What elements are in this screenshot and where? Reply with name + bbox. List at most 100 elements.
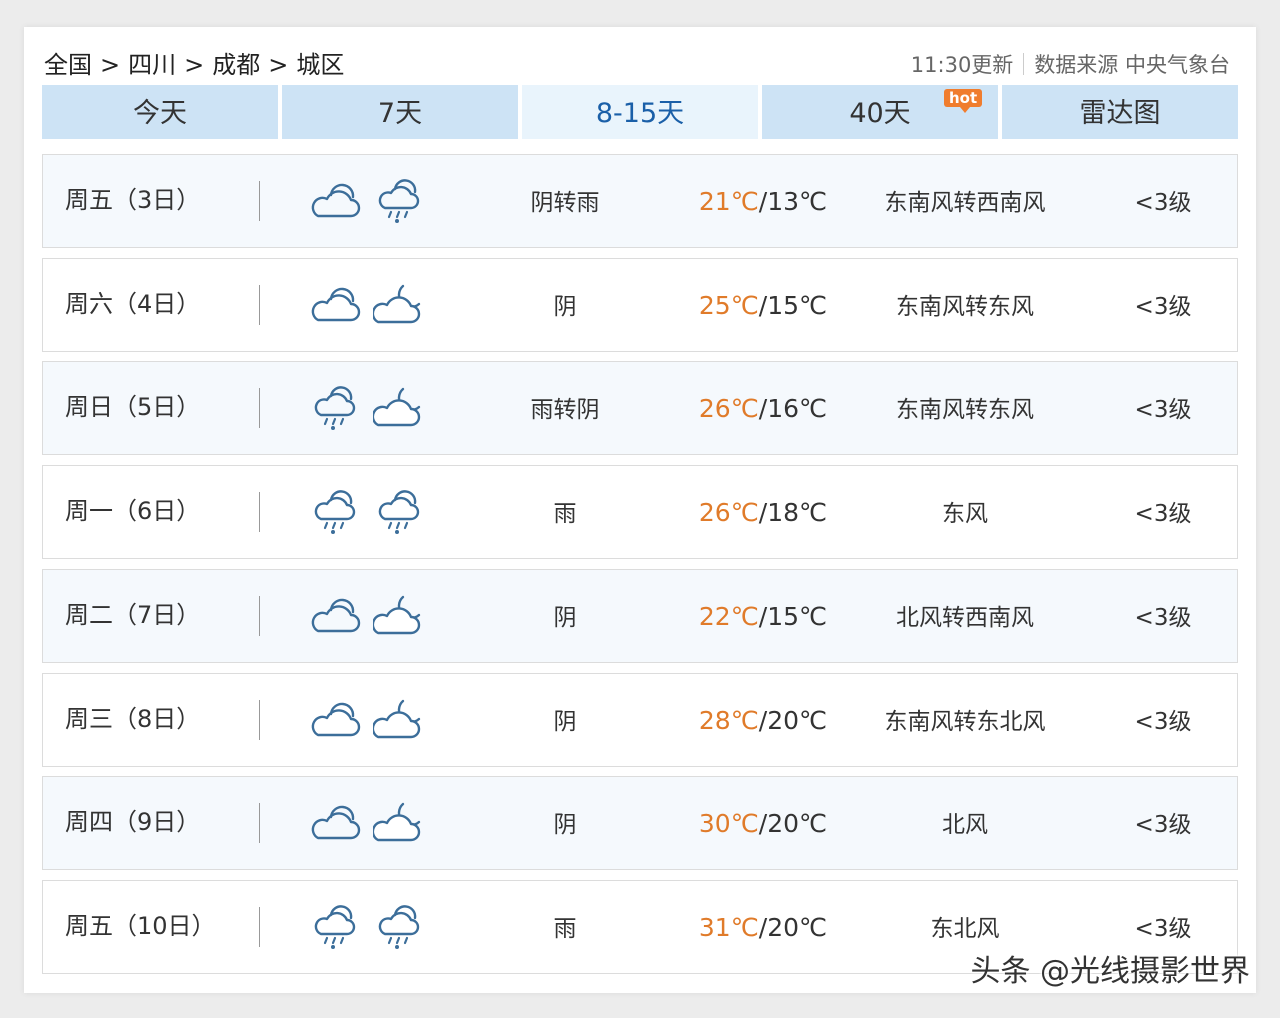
row-divider	[259, 700, 260, 740]
cloudy-icon	[311, 598, 361, 633]
wind-direction: 北风	[942, 812, 988, 838]
weather-icons	[309, 593, 429, 639]
forecast-day: 周二（7日）	[65, 601, 201, 629]
weather-icons	[309, 697, 429, 743]
forecast-day: 周四（9日）	[65, 808, 201, 836]
tab-today[interactable]: 今天	[42, 85, 278, 139]
temperature-range: 21℃/13℃	[683, 155, 843, 249]
wind-direction: 北风转西南风	[896, 605, 1034, 631]
row-divider	[259, 492, 260, 532]
rain-icon	[314, 490, 356, 534]
temperature-low: /20℃	[758, 809, 828, 838]
cloudy-icon	[311, 287, 361, 322]
forecast-day: 周日（5日）	[65, 393, 201, 421]
forecast-row: 周三（8日） 阴 28℃/20℃ 东南风转东北风 <3级	[42, 673, 1238, 767]
breadcrumb-separator: >	[184, 51, 205, 79]
row-divider	[259, 388, 260, 428]
wind-level: <3级	[1134, 190, 1192, 216]
breadcrumb-city[interactable]: 成都	[212, 51, 260, 79]
weather-icons	[309, 904, 429, 950]
weather-icons	[309, 800, 429, 846]
weather-condition: 阴	[553, 605, 577, 631]
forecast-tabs: 今天 7天 8-15天 40天 hot 雷达图	[42, 85, 1238, 139]
cloudy-night-icon	[373, 595, 421, 635]
breadcrumb-province[interactable]: 四川	[128, 51, 176, 79]
hot-badge: hot	[944, 89, 983, 113]
temperature-low: /15℃	[758, 602, 828, 631]
temperature-range: 31℃/20℃	[683, 881, 843, 975]
breadcrumb-separator: >	[268, 51, 289, 79]
temperature-range: 28℃/20℃	[683, 674, 843, 768]
row-divider	[259, 181, 260, 221]
breadcrumb: 全国 > 四川 > 成都 > 城区	[44, 45, 344, 80]
wind-direction: 东南风转西南风	[884, 190, 1046, 216]
row-divider	[259, 803, 260, 843]
weather-condition: 雨	[553, 501, 577, 527]
tab-40-days-label: 40天	[849, 98, 911, 129]
rain-icon	[378, 490, 420, 534]
meta-divider	[1023, 53, 1025, 75]
forecast-row: 周二（7日） 阴 22℃/15℃ 北风转西南风 <3级	[42, 569, 1238, 663]
wind-level: <3级	[1134, 501, 1192, 527]
weather-condition: 阴	[553, 294, 577, 320]
watermark: 头条 @光线摄影世界	[970, 954, 1250, 989]
rain-icon	[378, 179, 420, 223]
weather-icons	[309, 489, 429, 535]
wind-level: <3级	[1134, 294, 1192, 320]
temperature-high: 31℃	[698, 913, 759, 942]
temperature-low: /15℃	[758, 291, 828, 320]
temperature-range: 25℃/15℃	[683, 259, 843, 353]
cloudy-icon	[311, 183, 361, 218]
wind-level: <3级	[1134, 397, 1192, 423]
temperature-high: 25℃	[698, 291, 759, 320]
update-info: 11:30更新 数据来源 中央气象台	[911, 49, 1230, 79]
temperature-low: /18℃	[758, 498, 828, 527]
breadcrumb-country[interactable]: 全国	[44, 51, 92, 79]
wind-level: <3级	[1134, 709, 1192, 735]
temperature-high: 28℃	[698, 706, 759, 735]
forecast-row: 周日（5日） 雨转阴 26℃/16℃ 东南风转东风 <3级	[42, 361, 1238, 455]
row-divider	[259, 907, 260, 947]
temperature-low: /16℃	[758, 394, 828, 423]
tab-radar[interactable]: 雷达图	[1002, 85, 1238, 139]
weather-icons	[309, 385, 429, 431]
forecast-day: 周五（3日）	[65, 186, 201, 214]
row-divider	[259, 596, 260, 636]
tab-7-days[interactable]: 7天	[282, 85, 518, 139]
wind-level: <3级	[1134, 605, 1192, 631]
data-source: 数据来源 中央气象台	[1034, 53, 1230, 77]
rain-icon	[378, 905, 420, 949]
weather-condition: 阴	[553, 709, 577, 735]
wind-level: <3级	[1134, 812, 1192, 838]
cloudy-night-icon	[373, 387, 421, 427]
weather-condition: 阴转雨	[530, 190, 600, 216]
weather-icons	[309, 282, 429, 328]
temperature-low: /20℃	[758, 913, 828, 942]
forecast-day: 周三（8日）	[65, 705, 201, 733]
weather-icons	[309, 178, 429, 224]
rain-icon	[314, 386, 356, 430]
cloudy-night-icon	[373, 284, 421, 324]
forecast-row: 周六（4日） 阴 25℃/15℃ 东南风转东风 <3级	[42, 258, 1238, 352]
wind-direction: 东风	[942, 501, 988, 527]
temperature-low: /13℃	[758, 187, 828, 216]
forecast-day: 周五（10日）	[65, 912, 216, 940]
forecast-day: 周六（4日）	[65, 290, 201, 318]
temperature-range: 26℃/18℃	[683, 466, 843, 560]
temperature-high: 30℃	[698, 809, 759, 838]
cloudy-night-icon	[373, 802, 421, 842]
breadcrumb-separator: >	[100, 51, 121, 79]
wind-direction: 东南风转东风	[896, 397, 1034, 423]
tab-40-days[interactable]: 40天 hot	[762, 85, 998, 139]
weather-condition: 阴	[553, 812, 577, 838]
forecast-row: 周四（9日） 阴 30℃/20℃ 北风 <3级	[42, 776, 1238, 870]
forecast-row: 周一（6日） 雨 26℃/18℃ 东风 <3级	[42, 465, 1238, 559]
breadcrumb-district: 城区	[296, 51, 345, 79]
wind-direction: 东南风转东风	[896, 294, 1034, 320]
cloudy-night-icon	[373, 699, 421, 739]
temperature-high: 22℃	[698, 602, 759, 631]
cloudy-icon	[311, 805, 361, 840]
tab-8-15-days[interactable]: 8-15天	[522, 85, 758, 139]
temperature-range: 22℃/15℃	[683, 570, 843, 664]
forecast-row: 周五（3日） 阴转雨 21℃/13℃ 东南风转西南风 <3级	[42, 154, 1238, 248]
